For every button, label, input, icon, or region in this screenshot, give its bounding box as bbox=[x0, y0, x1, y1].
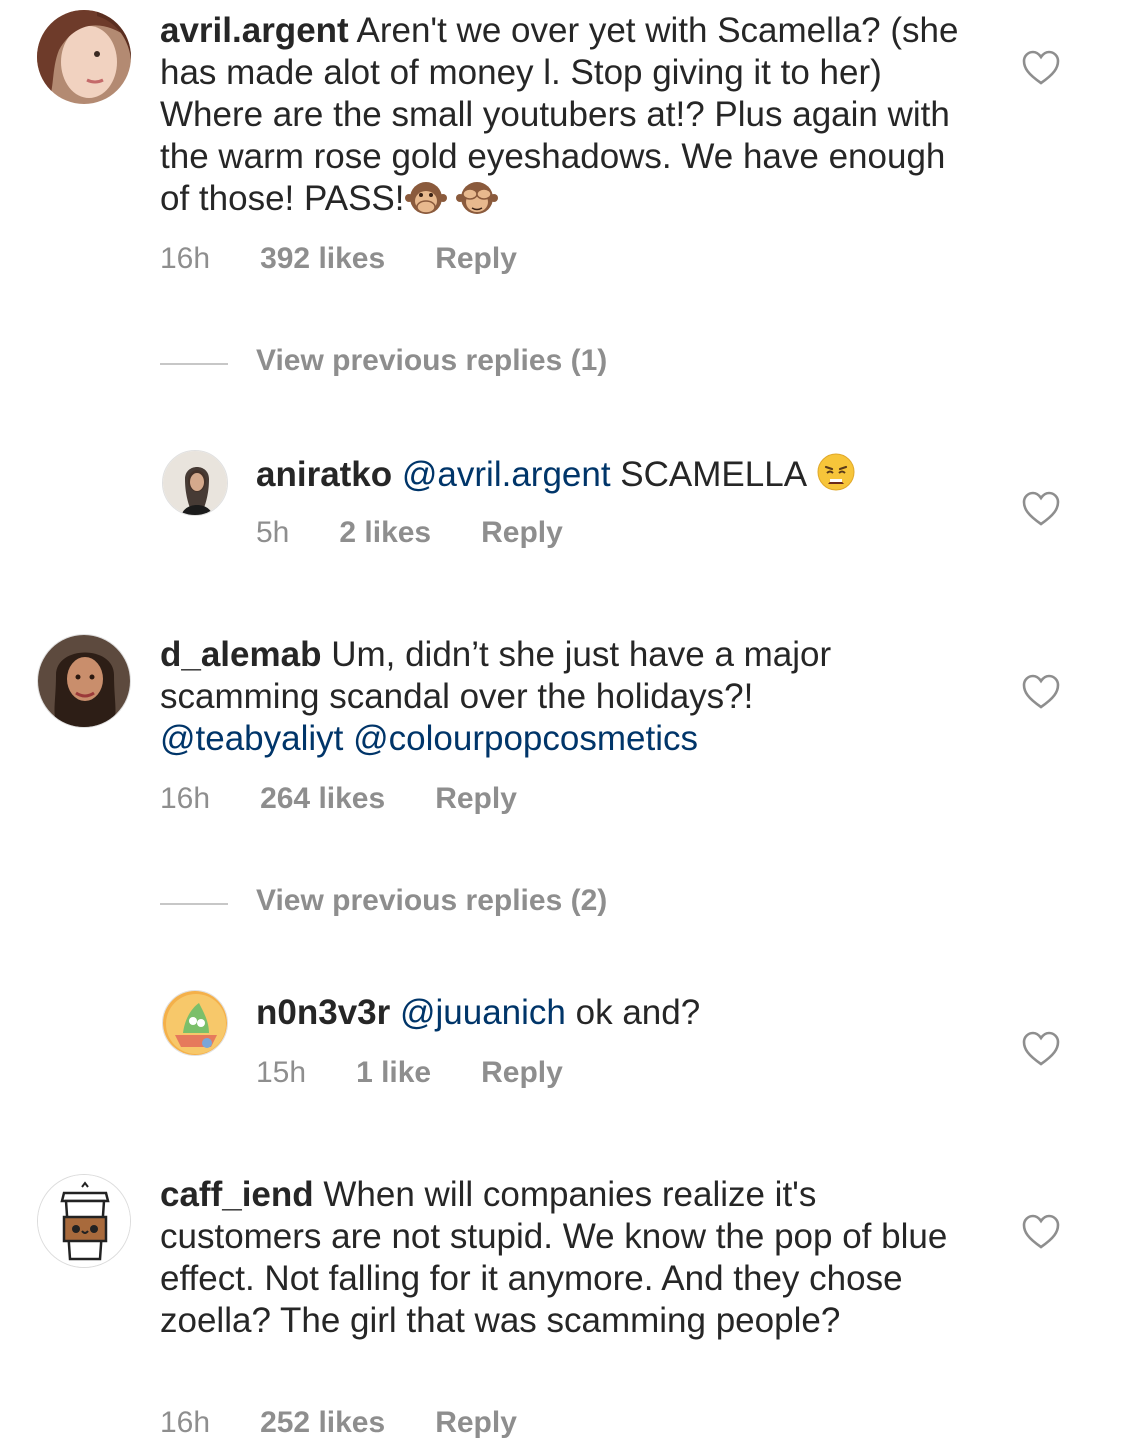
weary-face-icon bbox=[815, 452, 857, 502]
mention-link[interactable]: @juuanich bbox=[400, 993, 566, 1032]
reply-button[interactable]: Reply bbox=[435, 242, 517, 275]
reply-meta: 5h 2 likes Reply bbox=[256, 516, 563, 550]
comment-meta: 16h 252 likes Reply bbox=[160, 1406, 517, 1440]
divider-line bbox=[160, 363, 228, 365]
reply-time: 5h bbox=[256, 516, 290, 549]
view-previous-label[interactable]: View previous replies (2) bbox=[256, 884, 607, 918]
comment-username[interactable]: avril.argent bbox=[160, 11, 349, 50]
comment-text: caff_iend When will companies realize it… bbox=[160, 1174, 980, 1342]
avatar[interactable] bbox=[37, 10, 131, 104]
heart-icon[interactable] bbox=[1022, 674, 1060, 710]
speak-no-evil-monkey-icon bbox=[404, 180, 447, 226]
comment-username[interactable]: caff_iend bbox=[160, 1175, 314, 1214]
reply-time: 15h bbox=[256, 1056, 307, 1089]
see-no-evil-monkey-icon bbox=[456, 180, 499, 226]
reply-likes[interactable]: 2 likes bbox=[339, 516, 431, 549]
avatar[interactable] bbox=[162, 450, 228, 516]
avatar-image bbox=[163, 451, 227, 515]
reply-username[interactable]: aniratko bbox=[256, 455, 392, 494]
mention-link[interactable]: @teabyaliyt bbox=[160, 719, 343, 758]
view-previous-replies[interactable]: View previous replies (1) bbox=[160, 344, 860, 384]
reply-body: SCAMELLA bbox=[620, 455, 806, 494]
comment-likes[interactable]: 252 likes bbox=[260, 1406, 385, 1439]
comment-text: d_alemab Um, didn’t she just have a majo… bbox=[160, 634, 980, 760]
reply-button[interactable]: Reply bbox=[435, 1406, 517, 1439]
reply-username[interactable]: n0n3v3r bbox=[256, 993, 390, 1032]
comment-likes[interactable]: 264 likes bbox=[260, 782, 385, 815]
avatar-image bbox=[37, 10, 131, 104]
reply-text: n0n3v3r @juuanich ok and? bbox=[256, 992, 976, 1034]
avatar[interactable] bbox=[37, 634, 131, 728]
reply-likes[interactable]: 1 like bbox=[356, 1056, 431, 1089]
view-previous-replies[interactable]: View previous replies (2) bbox=[160, 884, 860, 924]
comment-meta: 16h 392 likes Reply bbox=[160, 242, 517, 276]
comment-time: 16h bbox=[160, 242, 211, 275]
reply-button[interactable]: Reply bbox=[481, 1056, 563, 1089]
comment-meta: 16h 264 likes Reply bbox=[160, 782, 517, 816]
heart-icon[interactable] bbox=[1022, 491, 1060, 527]
avatar-image bbox=[163, 991, 227, 1055]
reply-button[interactable]: Reply bbox=[435, 782, 517, 815]
heart-icon[interactable] bbox=[1022, 50, 1060, 86]
avatar[interactable] bbox=[162, 990, 228, 1056]
reply-meta: 15h 1 like Reply bbox=[256, 1056, 563, 1090]
mention-link[interactable]: @avril.argent bbox=[402, 455, 611, 494]
reply-button[interactable]: Reply bbox=[481, 516, 563, 549]
avatar[interactable] bbox=[37, 1174, 131, 1268]
comment-time: 16h bbox=[160, 782, 211, 815]
view-previous-label[interactable]: View previous replies (1) bbox=[256, 344, 607, 378]
divider-line bbox=[160, 903, 228, 905]
avatar-image bbox=[38, 1175, 130, 1267]
avatar-image bbox=[38, 635, 130, 727]
comment-time: 16h bbox=[160, 1406, 211, 1439]
comment-text: avril.argent Aren't we over yet with Sca… bbox=[160, 10, 980, 226]
comment-likes[interactable]: 392 likes bbox=[260, 242, 385, 275]
heart-icon[interactable] bbox=[1022, 1214, 1060, 1250]
comment-username[interactable]: d_alemab bbox=[160, 635, 321, 674]
reply-body: ok and? bbox=[575, 993, 701, 1032]
mention-link[interactable]: @colourpopcosmetics bbox=[353, 719, 698, 758]
heart-icon[interactable] bbox=[1022, 1031, 1060, 1067]
reply-text: aniratko @avril.argent SCAMELLA bbox=[256, 452, 976, 502]
